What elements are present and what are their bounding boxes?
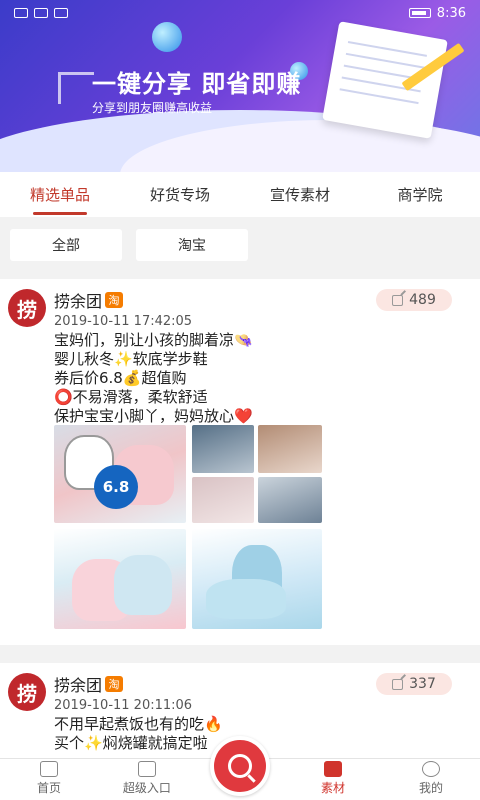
post-line: 买个✨焖烧罐就搞定啦 [54, 734, 208, 752]
filter-all[interactable]: 全部 [10, 228, 122, 261]
post-line: ⭕不易滑落，柔软舒适 [54, 388, 208, 406]
tab-promo-materials[interactable]: 宣传素材 [240, 172, 360, 217]
taobao-badge: 淘 [105, 676, 124, 692]
status-bar: 8:36 [0, 0, 480, 26]
nav-label: 我的 [418, 781, 443, 795]
user-icon [421, 761, 440, 777]
share-icon [392, 294, 404, 306]
post-line: 宝妈们，别让小孩的脚着凉👒 [54, 331, 253, 349]
post-time: 2019-10-11 20:11:06 [54, 698, 193, 713]
globe-illustration [152, 22, 182, 52]
status-time: 8:36 [436, 5, 466, 21]
wifi-icon [54, 8, 68, 18]
nav-label: 素材 [321, 781, 346, 795]
post-line: 券后价6.8💰超值购 [54, 369, 187, 387]
avatar[interactable]: 捞 [8, 673, 46, 711]
paper-illustration [322, 21, 448, 139]
product-image[interactable] [192, 477, 254, 523]
nav-mine[interactable]: 我的 [382, 759, 480, 800]
home-icon [39, 761, 58, 777]
product-image[interactable] [192, 529, 322, 629]
signal-icon [34, 8, 48, 18]
sim-icon [14, 8, 28, 18]
product-image[interactable]: 6.8 [54, 425, 186, 523]
promo-banner[interactable]: 8:36 一键分享 即省即赚 分享到朋友圈赚高收益 [0, 0, 480, 172]
entry-icon [137, 761, 156, 777]
share-count: 337 [409, 676, 436, 692]
shoe-graphic [206, 579, 286, 619]
stairs-illustration [58, 72, 94, 104]
folder-icon [324, 761, 343, 777]
search-button[interactable] [210, 736, 270, 796]
post-line: 不用早起煮饭也有的吃🔥 [54, 715, 223, 733]
product-image[interactable] [54, 529, 186, 629]
post-line: 保护宝宝小脚丫，妈妈放心❤️ [54, 407, 253, 425]
product-image[interactable] [258, 425, 322, 473]
nav-home[interactable]: 首页 [0, 759, 98, 800]
author-name: 捞余团 [54, 676, 103, 695]
tab-featured[interactable]: 精选单品 [0, 172, 120, 217]
battery-icon [408, 8, 431, 18]
banner-title: 一键分享 即省即赚 [92, 70, 302, 98]
author-name: 捞余团 [54, 292, 103, 311]
tab-good-deals[interactable]: 好货专场 [120, 172, 240, 217]
nav-materials[interactable]: 素材 [284, 759, 382, 800]
feed-post: 捞 捞余团 淘 2019-10-11 17:42:05 489 宝妈们，别让小孩… [0, 279, 480, 645]
product-image[interactable] [258, 477, 322, 523]
share-button[interactable]: 337 [376, 673, 452, 695]
post-text[interactable]: 不用早起煮饭也有的吃🔥 买个✨焖烧罐就搞定啦 [54, 715, 223, 753]
nav-super-entry[interactable]: 超级入口 [98, 759, 196, 800]
shoe-graphic [114, 555, 172, 615]
product-image[interactable] [192, 425, 254, 473]
filter-taobao[interactable]: 淘宝 [136, 228, 248, 261]
nav-label: 超级入口 [122, 781, 171, 795]
share-button[interactable]: 489 [376, 289, 452, 311]
filter-bar: 全部 淘宝 [0, 217, 480, 272]
nav-label: 首页 [36, 781, 61, 795]
banner-subtitle: 分享到朋友圈赚高收益 [92, 101, 213, 115]
search-icon [228, 754, 252, 778]
post-line: 婴儿秋冬✨软底学步鞋 [54, 350, 208, 368]
post-text[interactable]: 宝妈们，别让小孩的脚着凉👒 婴儿秋冬✨软底学步鞋 券后价6.8💰超值购 ⭕不易滑… [54, 331, 253, 426]
price-tag: 6.8 [94, 465, 138, 509]
share-count: 489 [409, 292, 436, 308]
post-time: 2019-10-11 17:42:05 [54, 314, 193, 329]
taobao-badge: 淘 [105, 292, 124, 308]
tab-business-school[interactable]: 商学院 [360, 172, 480, 217]
category-tabs: 精选单品 好货专场 宣传素材 商学院 [0, 172, 480, 217]
share-icon [392, 678, 404, 690]
avatar[interactable]: 捞 [8, 289, 46, 327]
